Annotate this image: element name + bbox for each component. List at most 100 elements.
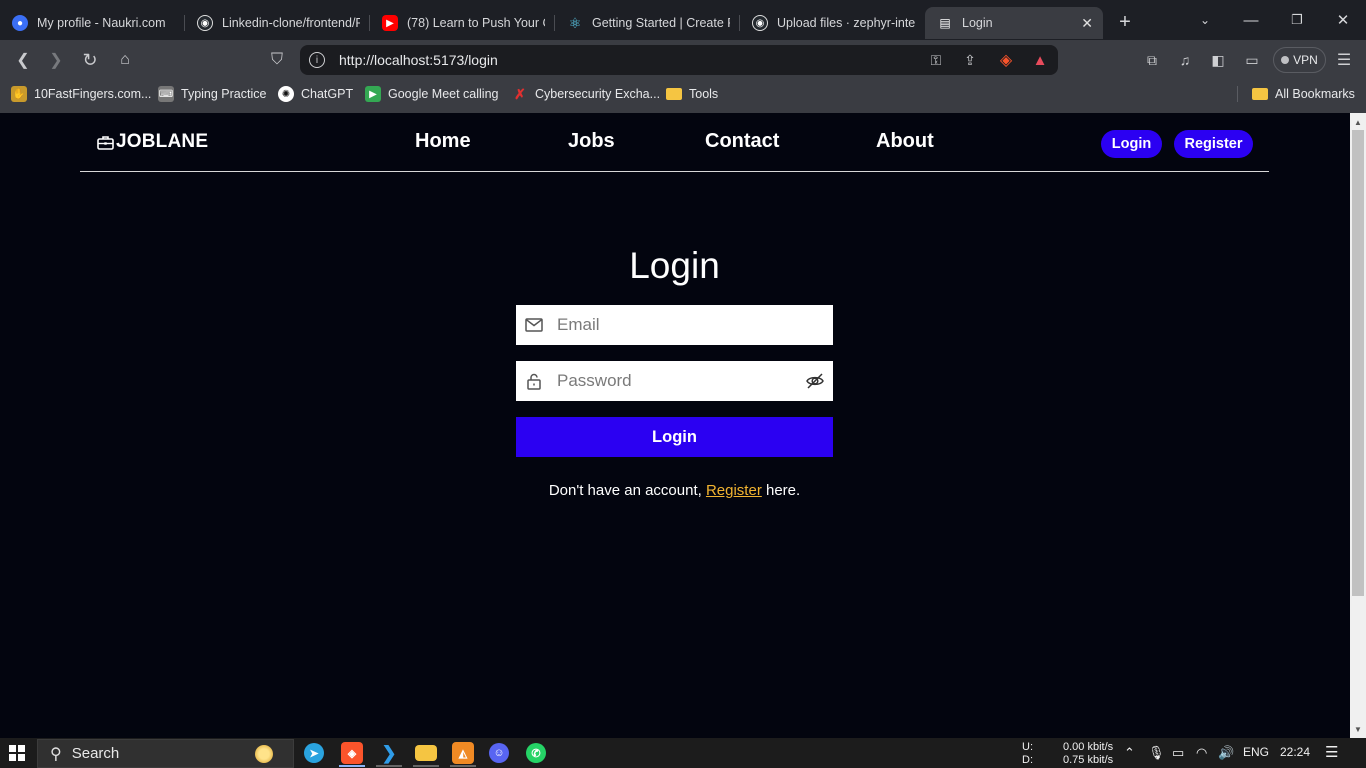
discord-icon[interactable]: ☺	[489, 743, 509, 763]
back-icon[interactable]: ❮	[11, 48, 35, 72]
microphone-icon[interactable]: 🎙	[1148, 745, 1165, 761]
header-login-button[interactable]: Login	[1101, 130, 1162, 158]
password-field[interactable]	[516, 361, 833, 401]
github-icon: ◉	[752, 15, 768, 31]
bookmark-google-meet[interactable]: ▶ Google Meet calling	[365, 85, 498, 103]
chevron-up-icon[interactable]: ⌃	[1124, 745, 1135, 761]
bookmark-chatgpt[interactable]: ✺ ChatGPT	[278, 85, 353, 103]
bookmark-icon[interactable]: ⛉	[265, 48, 289, 72]
email-field[interactable]	[516, 305, 833, 345]
nav-contact[interactable]: Contact	[705, 130, 779, 153]
login-submit-button[interactable]: Login	[516, 417, 833, 457]
weather-sun-icon	[255, 745, 273, 763]
bookmark-label: 10FastFingers.com...	[34, 87, 152, 101]
wallet-icon[interactable]: ▭	[1241, 50, 1263, 70]
tab-react-docs[interactable]: ⚛ Getting Started | Create Re	[555, 7, 740, 39]
url-text[interactable]: http://localhost:5173/login	[339, 52, 498, 68]
bookmark-10fastfingers[interactable]: ✋ 10FastFingers.com...	[11, 85, 151, 103]
tab-github-linkedin-clone[interactable]: ◉ Linkedin-clone/frontend/R	[185, 7, 370, 39]
restore-icon[interactable]: ❐	[1274, 0, 1320, 40]
windows-start-icon[interactable]	[9, 745, 25, 761]
clock[interactable]: 22:24	[1280, 745, 1310, 759]
all-bookmarks-folder[interactable]: All Bookmarks	[1252, 85, 1355, 103]
reload-icon[interactable]: ↻	[78, 48, 102, 72]
media-icon[interactable]: ♫	[1174, 50, 1196, 70]
menu-icon[interactable]: ☰	[1333, 50, 1355, 70]
battery-icon[interactable]: ▭	[1172, 745, 1184, 761]
email-input[interactable]	[557, 315, 787, 335]
share-icon[interactable]: ⇪	[959, 50, 981, 70]
folder-icon	[666, 88, 682, 100]
brand-logo[interactable]: JOBLANE	[97, 131, 208, 153]
register-prompt-prefix: Don't have an account,	[548, 482, 706, 499]
eye-slash-icon[interactable]	[805, 371, 825, 391]
tab-search-chevron-icon[interactable]: ⌄	[1182, 0, 1228, 40]
cybersecurity-icon: ✗	[514, 85, 526, 102]
register-link[interactable]: Register	[706, 482, 762, 499]
tab-title: My profile - Naukri.com	[37, 16, 166, 30]
minimize-icon[interactable]: —	[1228, 0, 1274, 40]
folder-icon	[1252, 88, 1268, 100]
sidebar-icon[interactable]: ◧	[1207, 50, 1229, 70]
forward-icon[interactable]: ❯	[44, 48, 68, 72]
vpn-button[interactable]: VPN	[1273, 47, 1326, 73]
header-register-button[interactable]: Register	[1174, 130, 1253, 158]
key-icon[interactable]: ⚿	[925, 50, 947, 70]
bookmark-label: All Bookmarks	[1275, 87, 1355, 101]
whatsapp-icon[interactable]: ✆	[526, 743, 546, 763]
header-divider	[80, 171, 1269, 172]
file-explorer-icon[interactable]	[415, 745, 437, 761]
search-icon: ⚲	[50, 745, 62, 763]
tab-github-upload[interactable]: ◉ Upload files · zephyr-intern	[740, 7, 925, 39]
scroll-down-icon[interactable]: ▼	[1350, 721, 1366, 737]
bookmark-label: ChatGPT	[301, 87, 354, 101]
nav-home[interactable]: Home	[415, 130, 471, 153]
tab-naukri[interactable]: ● My profile - Naukri.com	[0, 7, 185, 39]
bookmark-cybersecurity[interactable]: ✗ Cybersecurity Excha...	[512, 85, 660, 103]
register-prompt: Don't have an account, Register here.	[516, 482, 833, 499]
brave-rewards-icon[interactable]: ▲	[1029, 50, 1051, 70]
taskbar-search[interactable]: ⚲ Search	[37, 739, 294, 768]
notifications-icon[interactable]: ☰	[1325, 743, 1338, 761]
site-info-icon[interactable]: i	[309, 52, 325, 68]
scrollbar-thumb[interactable]	[1352, 130, 1364, 596]
tab-strip: ● My profile - Naukri.com ◉ Linkedin-clo…	[0, 0, 1366, 40]
volume-icon[interactable]: 🔊	[1218, 745, 1234, 761]
home-icon[interactable]: ⌂	[113, 48, 137, 72]
bookmark-typing-practice[interactable]: ⌨ Typing Practice	[158, 85, 266, 103]
google-meet-icon: ▶	[365, 86, 381, 102]
sublime-merge-icon[interactable]: ◭	[452, 742, 474, 764]
new-tab-button[interactable]: +	[1103, 11, 1147, 34]
wifi-icon[interactable]: ◠	[1196, 745, 1207, 761]
close-tab-icon[interactable]: ✕	[1081, 15, 1093, 32]
bookmark-label: Google Meet calling	[388, 87, 499, 101]
brave-shields-icon[interactable]: ◈	[995, 50, 1017, 70]
language-indicator[interactable]: ENG	[1243, 745, 1269, 759]
tab-title: Linkedin-clone/frontend/R	[222, 16, 360, 30]
vscode-icon[interactable]: ❯	[378, 742, 400, 764]
bookmark-label: Cybersecurity Excha...	[535, 87, 661, 101]
nav-about[interactable]: About	[876, 130, 934, 153]
password-input[interactable]	[557, 371, 787, 391]
register-prompt-suffix: here.	[761, 482, 801, 499]
net-down-label: D:	[1022, 754, 1033, 766]
close-window-icon[interactable]: ✕	[1320, 0, 1366, 40]
tab-title: (78) Learn to Push Your Co	[407, 16, 545, 30]
bookmark-folder-tools[interactable]: Tools	[666, 85, 718, 103]
nav-jobs[interactable]: Jobs	[568, 130, 615, 153]
scroll-up-icon[interactable]: ▲	[1350, 114, 1366, 130]
briefcase-icon	[97, 135, 114, 150]
telegram-icon[interactable]: ➤	[304, 743, 324, 763]
net-up-value: 0.00 kbit/s	[1063, 741, 1114, 753]
tab-youtube[interactable]: ▶ (78) Learn to Push Your Co	[370, 7, 555, 39]
youtube-icon: ▶	[382, 15, 398, 31]
net-down-value: 0.75 kbit/s	[1063, 754, 1114, 766]
net-up-label: U:	[1022, 741, 1033, 753]
mail-icon	[524, 315, 544, 335]
tab-login-active[interactable]: ▤ Login ✕	[925, 7, 1103, 39]
active-app-indicator	[339, 765, 365, 767]
10fastfingers-icon: ✋	[11, 86, 27, 102]
brave-taskbar-icon[interactable]: ◈	[341, 742, 363, 764]
extensions-icon[interactable]: ⧉	[1141, 50, 1163, 70]
search-placeholder: Search	[71, 745, 120, 762]
